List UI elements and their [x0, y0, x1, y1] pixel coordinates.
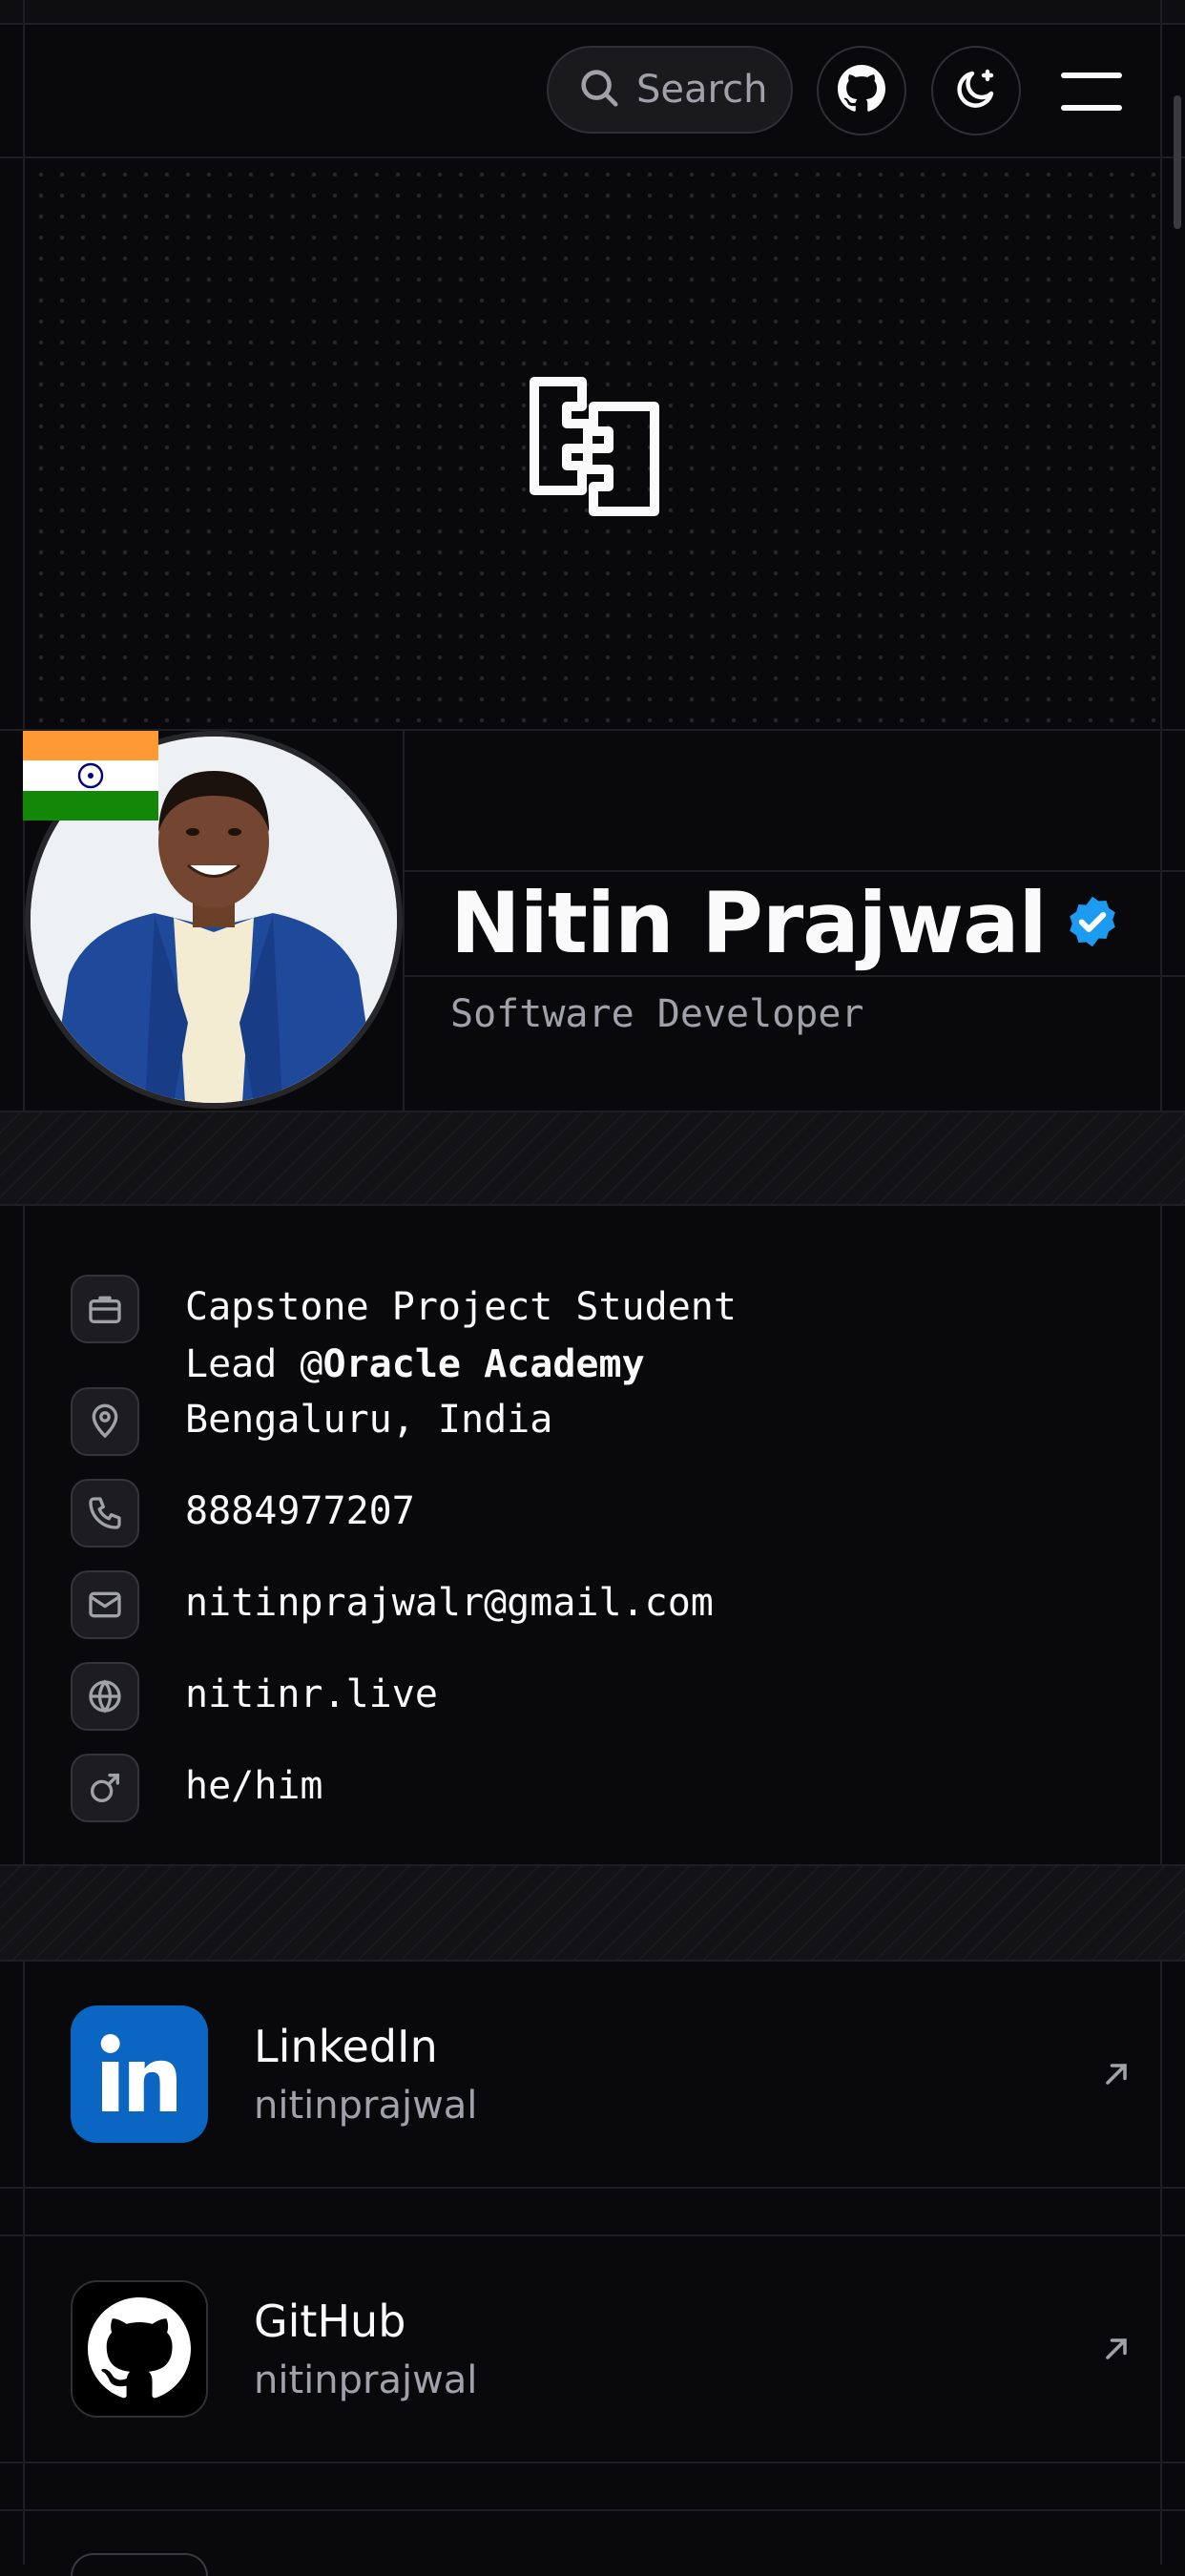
- info-website[interactable]: nitinr.live: [71, 1662, 438, 1731]
- info-job: Capstone Project Student Lead @Oracle Ac…: [71, 1275, 737, 1393]
- scrollbar[interactable]: [1174, 95, 1181, 229]
- github-button[interactable]: [817, 46, 906, 135]
- info-email[interactable]: nitinprajwalr@gmail.com: [71, 1570, 714, 1639]
- pronouns-text: he/him: [185, 1764, 323, 1808]
- divider: [405, 870, 1185, 872]
- job-prefix: Lead @: [185, 1342, 323, 1386]
- verified-badge-icon: [1064, 893, 1121, 954]
- website-link[interactable]: nitinr.live: [185, 1662, 438, 1723]
- briefcase-icon: [71, 1275, 139, 1343]
- divider: [0, 1204, 1185, 1206]
- site-logo-icon: [519, 368, 672, 525]
- menu-icon-bar: [1061, 105, 1122, 111]
- menu-icon-bar: [1061, 73, 1122, 78]
- moon-icon: [953, 66, 999, 115]
- top-strip: [0, 0, 1185, 23]
- company-link[interactable]: Oracle Academy: [323, 1342, 645, 1386]
- hero-banner: [25, 158, 1160, 729]
- divider: [0, 2509, 1185, 2511]
- map-pin-icon: [71, 1387, 139, 1456]
- phone-icon: [71, 1479, 139, 1548]
- menu-button[interactable]: [1061, 73, 1122, 111]
- search-icon: [577, 66, 621, 114]
- divider: [0, 729, 1185, 731]
- profile-role: Software Developer: [450, 992, 864, 1036]
- profile-name-row: Nitin Prajwal: [450, 874, 1121, 972]
- job-text: Capstone Project Student Lead @Oracle Ac…: [185, 1275, 737, 1393]
- next-social-card-partial[interactable]: [71, 2553, 208, 2576]
- info-phone[interactable]: 8884977207: [71, 1479, 415, 1548]
- divider: [0, 2187, 1185, 2189]
- mail-icon: [71, 1570, 139, 1639]
- divider: [0, 2462, 1185, 2463]
- external-link-arrow-icon: [1099, 2332, 1133, 2370]
- india-flag-icon: [23, 731, 158, 821]
- location-text: Bengaluru, India: [185, 1398, 553, 1442]
- phone-link[interactable]: 8884977207: [185, 1479, 415, 1540]
- github-icon: [71, 2280, 208, 2418]
- job-company-line: Lead @Oracle Academy: [185, 1336, 737, 1393]
- linkedin-icon: [71, 2005, 208, 2143]
- male-symbol-icon: [71, 1754, 139, 1822]
- divider: [405, 975, 1185, 977]
- info-pronouns: he/him: [71, 1754, 323, 1822]
- external-link-arrow-icon: [1099, 2057, 1133, 2095]
- social-title: GitHub: [254, 2296, 406, 2347]
- search-label: Search: [636, 68, 768, 112]
- search-button[interactable]: Search: [547, 46, 793, 134]
- github-icon: [838, 65, 885, 116]
- social-handle: nitinprajwal: [254, 2358, 478, 2402]
- info-location: Bengaluru, India: [71, 1387, 552, 1456]
- top-navbar: Search: [0, 25, 1185, 156]
- section-separator: [0, 1866, 1185, 1960]
- section-separator: [0, 1112, 1185, 1204]
- social-title: LinkedIn: [254, 2021, 438, 2072]
- divider: [403, 731, 405, 1112]
- profile-name: Nitin Prajwal: [450, 874, 1048, 972]
- social-link-github[interactable]: GitHub nitinprajwal: [0, 2236, 1185, 2462]
- theme-toggle-button[interactable]: [931, 46, 1021, 135]
- social-handle: nitinprajwal: [254, 2084, 478, 2128]
- globe-icon: [71, 1662, 139, 1731]
- job-title: Capstone Project Student: [185, 1285, 737, 1329]
- email-link[interactable]: nitinprajwalr@gmail.com: [185, 1570, 714, 1631]
- social-link-linkedin[interactable]: LinkedIn nitinprajwal: [0, 1962, 1185, 2187]
